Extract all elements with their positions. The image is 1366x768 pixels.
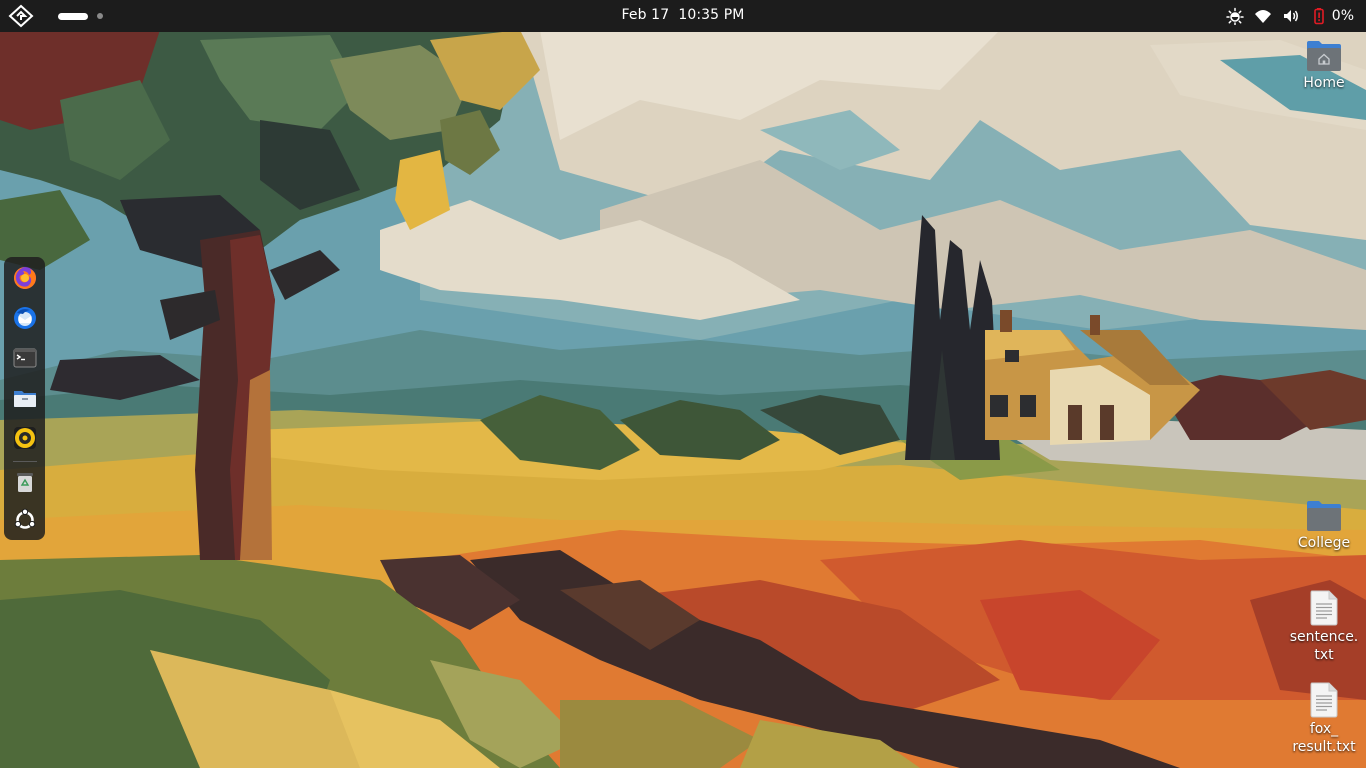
desktop-wallpaper (0, 0, 1366, 768)
dock-trash[interactable] (10, 467, 40, 497)
activities-icon (8, 4, 34, 28)
firefox-icon (14, 267, 36, 289)
folder-icon (1307, 501, 1341, 531)
rhythmbox-icon (14, 427, 36, 449)
desktop-icon-sentence-txt[interactable]: sentence. txt (1286, 590, 1362, 664)
desktop-icon-label: fox_ result.txt (1292, 720, 1355, 756)
workspace-indicator[interactable] (58, 10, 103, 22)
desktop-icon-label-line2: result.txt (1292, 739, 1356, 755)
dock-firefox[interactable] (10, 263, 40, 293)
desktop-icon-fox-result-txt[interactable]: fox_ result.txt (1286, 682, 1362, 756)
desktop-icon-label: sentence. txt (1290, 628, 1359, 664)
dock-files[interactable] (10, 383, 40, 413)
top-bar: Feb 17 10:35 PM 0% (0, 0, 1366, 32)
workspace-1-active[interactable] (58, 12, 88, 20)
clock-date: Feb 17 (621, 7, 670, 23)
clock-time: 10:35 PM (678, 7, 745, 23)
text-file-icon (1310, 682, 1338, 718)
dock-terminal[interactable] (10, 343, 40, 373)
workspace-2[interactable] (97, 13, 103, 19)
desktop-icon-label: Home (1303, 75, 1345, 91)
thunderbird-icon (14, 307, 36, 329)
clock: Feb 17 10:35 PM (0, 7, 1366, 23)
dock-separator (13, 461, 37, 462)
night-light-icon (1226, 7, 1244, 25)
system-tray[interactable]: 0% (1226, 5, 1354, 27)
dock (4, 257, 45, 540)
desktop-icon-label-line1: fox_ (1309, 721, 1339, 737)
battery-percentage: 0% (1331, 8, 1354, 24)
terminal-icon (13, 348, 37, 368)
desktop-icon-label-line2: txt (1314, 647, 1334, 663)
desktop-icon-label-line1: sentence. (1289, 629, 1359, 645)
battery-empty-icon (1310, 7, 1328, 25)
dock-thunderbird[interactable] (10, 303, 40, 333)
text-file-icon (1310, 590, 1338, 626)
ubuntu-apps-icon (14, 508, 36, 529)
wifi-icon (1254, 7, 1272, 25)
activities-button[interactable] (8, 4, 34, 28)
home-folder-icon (1307, 41, 1341, 71)
files-icon (14, 391, 36, 407)
dock-show-apps[interactable] (10, 505, 40, 535)
desktop-icon-college[interactable]: College (1286, 500, 1362, 552)
dock-rhythmbox[interactable] (10, 423, 40, 453)
trash-icon (17, 473, 33, 492)
desktop-icon-home[interactable]: Home (1286, 40, 1362, 92)
volume-icon (1282, 7, 1300, 25)
desktop-icon-label: College (1297, 535, 1351, 551)
clock-button[interactable]: Feb 17 10:35 PM (622, 7, 745, 23)
